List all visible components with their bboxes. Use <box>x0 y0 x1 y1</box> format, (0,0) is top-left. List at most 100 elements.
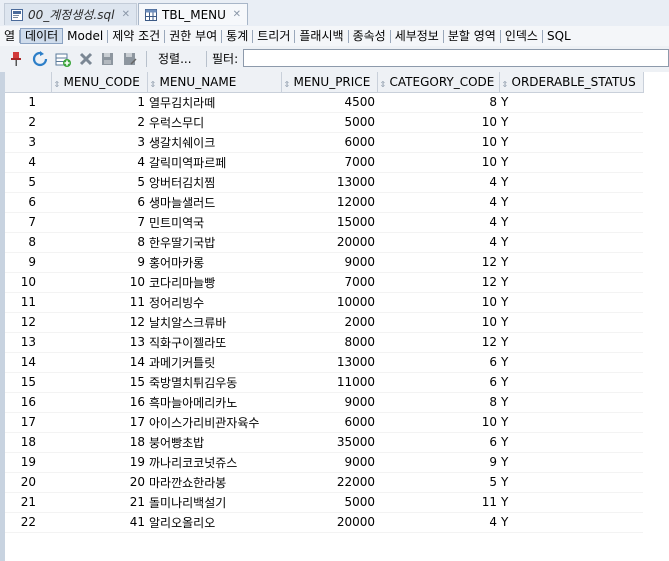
table-row[interactable]: 8 8 한우딸기국밥 20000 4 Y <box>5 232 643 253</box>
table-row[interactable]: 10 10 코다리마늘빵 7000 12 Y <box>5 272 643 293</box>
cell-menu-code[interactable]: 11 <box>51 292 147 313</box>
cell-menu-code[interactable]: 10 <box>51 272 147 293</box>
cell-menu-price[interactable]: 13000 <box>281 172 377 193</box>
cell-orderable-status[interactable]: Y <box>499 352 643 373</box>
cell-menu-code[interactable]: 5 <box>51 172 147 193</box>
cell-category-code[interactable]: 4 <box>377 212 499 233</box>
filter-input[interactable] <box>243 49 669 67</box>
table-row[interactable]: 20 20 마라깐쇼한라봉 22000 5 Y <box>5 472 643 493</box>
table-row[interactable]: 21 21 돌미나리백설기 5000 11 Y <box>5 492 643 513</box>
tab-statistics[interactable]: 통계 <box>222 29 254 43</box>
cell-menu-name[interactable]: 코다리마늘빵 <box>147 272 281 293</box>
tab-constraints[interactable]: 제약 조건 <box>108 29 166 43</box>
cell-category-code[interactable]: 10 <box>377 112 499 133</box>
cell-orderable-status[interactable]: Y <box>499 272 643 293</box>
cell-orderable-status[interactable]: Y <box>499 112 643 133</box>
close-icon[interactable]: ✕ <box>233 9 241 20</box>
cell-category-code[interactable]: 10 <box>377 312 499 333</box>
cell-category-code[interactable]: 12 <box>377 272 499 293</box>
cell-orderable-status[interactable]: Y <box>499 132 643 153</box>
cell-menu-name[interactable]: 갈릭미역파르페 <box>147 152 281 173</box>
cell-menu-code[interactable]: 8 <box>51 232 147 253</box>
cell-menu-price[interactable]: 9000 <box>281 392 377 413</box>
cell-menu-code[interactable]: 18 <box>51 432 147 453</box>
rollback-icon[interactable] <box>122 51 138 67</box>
cell-menu-price[interactable]: 35000 <box>281 432 377 453</box>
column-header[interactable]: ⇕ MENU_CODE <box>51 72 148 93</box>
cell-orderable-status[interactable]: Y <box>499 412 643 433</box>
column-header[interactable]: ⇕ MENU_NAME <box>147 72 282 93</box>
cell-menu-code[interactable]: 15 <box>51 372 147 393</box>
cell-menu-name[interactable]: 앙버터김치찜 <box>147 172 281 193</box>
tab-details[interactable]: 세부정보 <box>391 29 444 43</box>
tab-sql[interactable]: SQL <box>543 29 575 43</box>
cell-menu-code[interactable]: 3 <box>51 132 147 153</box>
cell-orderable-status[interactable]: Y <box>499 152 643 173</box>
cell-menu-code[interactable]: 6 <box>51 192 147 213</box>
cell-menu-name[interactable]: 까나리코코넛쥬스 <box>147 452 281 473</box>
cell-menu-name[interactable]: 직화구이젤라또 <box>147 332 281 353</box>
cell-menu-price[interactable]: 11000 <box>281 372 377 393</box>
cell-menu-price[interactable]: 8000 <box>281 332 377 353</box>
cell-category-code[interactable]: 10 <box>377 292 499 313</box>
cell-menu-code[interactable]: 4 <box>51 152 147 173</box>
cell-menu-name[interactable]: 알리오올리오 <box>147 512 281 533</box>
insert-row-icon[interactable] <box>55 51 71 67</box>
tab-triggers[interactable]: 트리거 <box>253 29 296 43</box>
table-row[interactable]: 12 12 날치알스크류바 2000 10 Y <box>5 312 643 333</box>
cell-menu-name[interactable]: 죽방멸치튀김우동 <box>147 372 281 393</box>
cell-category-code[interactable]: 10 <box>377 132 499 153</box>
table-row[interactable]: 1 1 열무김치라떼 4500 8 Y <box>5 92 643 113</box>
editor-tab-table[interactable]: TBL_MENU ✕ <box>138 3 248 25</box>
cell-orderable-status[interactable]: Y <box>499 192 643 213</box>
table-row[interactable]: 18 18 붕어빵초밥 35000 6 Y <box>5 432 643 453</box>
cell-orderable-status[interactable]: Y <box>499 232 643 253</box>
cell-orderable-status[interactable]: Y <box>499 312 643 333</box>
cell-menu-name[interactable]: 생마늘샐러드 <box>147 192 281 213</box>
cell-category-code[interactable]: 8 <box>377 92 499 113</box>
cell-menu-name[interactable]: 마라깐쇼한라봉 <box>147 472 281 493</box>
cell-menu-name[interactable]: 우럭스무디 <box>147 112 281 133</box>
table-row[interactable]: 19 19 까나리코코넛쥬스 9000 9 Y <box>5 452 643 473</box>
cell-menu-price[interactable]: 7000 <box>281 152 377 173</box>
cell-menu-code[interactable]: 17 <box>51 412 147 433</box>
cell-menu-price[interactable]: 15000 <box>281 212 377 233</box>
cell-menu-code[interactable]: 14 <box>51 352 147 373</box>
column-header[interactable]: ⇕ CATEGORY_CODE <box>377 72 500 93</box>
cell-orderable-status[interactable]: Y <box>499 512 643 533</box>
pin-icon[interactable] <box>8 51 24 67</box>
cell-menu-price[interactable]: 9000 <box>281 252 377 273</box>
cell-menu-code[interactable]: 16 <box>51 392 147 413</box>
sort-button[interactable]: 정렬... <box>154 50 196 68</box>
cell-menu-name[interactable]: 생갈치쉐이크 <box>147 132 281 153</box>
cell-menu-price[interactable]: 6000 <box>281 412 377 433</box>
tab-grants[interactable]: 권한 부여 <box>165 29 223 43</box>
cell-menu-price[interactable]: 5000 <box>281 492 377 513</box>
cell-category-code[interactable]: 4 <box>377 512 499 533</box>
cell-menu-code[interactable]: 21 <box>51 492 147 513</box>
table-row[interactable]: 3 3 생갈치쉐이크 6000 10 Y <box>5 132 643 153</box>
cell-menu-name[interactable]: 붕어빵초밥 <box>147 432 281 453</box>
cell-menu-price[interactable]: 6000 <box>281 132 377 153</box>
tab-indexes[interactable]: 인덱스 <box>501 29 543 43</box>
cell-category-code[interactable]: 4 <box>377 172 499 193</box>
cell-menu-code[interactable]: 7 <box>51 212 147 233</box>
cell-category-code[interactable]: 4 <box>377 232 499 253</box>
cell-category-code[interactable]: 6 <box>377 352 499 373</box>
tab-dependencies[interactable]: 종속성 <box>349 29 391 43</box>
tab-flashback[interactable]: 플래시백 <box>295 29 349 43</box>
cell-menu-price[interactable]: 9000 <box>281 452 377 473</box>
close-icon[interactable]: ✕ <box>122 9 130 20</box>
cell-menu-price[interactable]: 5000 <box>281 112 377 133</box>
cell-orderable-status[interactable]: Y <box>499 432 643 453</box>
table-row[interactable]: 2 2 우럭스무디 5000 10 Y <box>5 112 643 133</box>
cell-menu-price[interactable]: 7000 <box>281 272 377 293</box>
cell-menu-price[interactable]: 10000 <box>281 292 377 313</box>
table-row[interactable]: 4 4 갈릭미역파르페 7000 10 Y <box>5 152 643 173</box>
cell-orderable-status[interactable]: Y <box>499 292 643 313</box>
cell-category-code[interactable]: 8 <box>377 392 499 413</box>
cell-orderable-status[interactable]: Y <box>499 492 643 513</box>
cell-category-code[interactable]: 6 <box>377 432 499 453</box>
cell-menu-name[interactable]: 열무김치라떼 <box>147 92 281 113</box>
tab-partitions[interactable]: 분할 영역 <box>444 29 501 43</box>
